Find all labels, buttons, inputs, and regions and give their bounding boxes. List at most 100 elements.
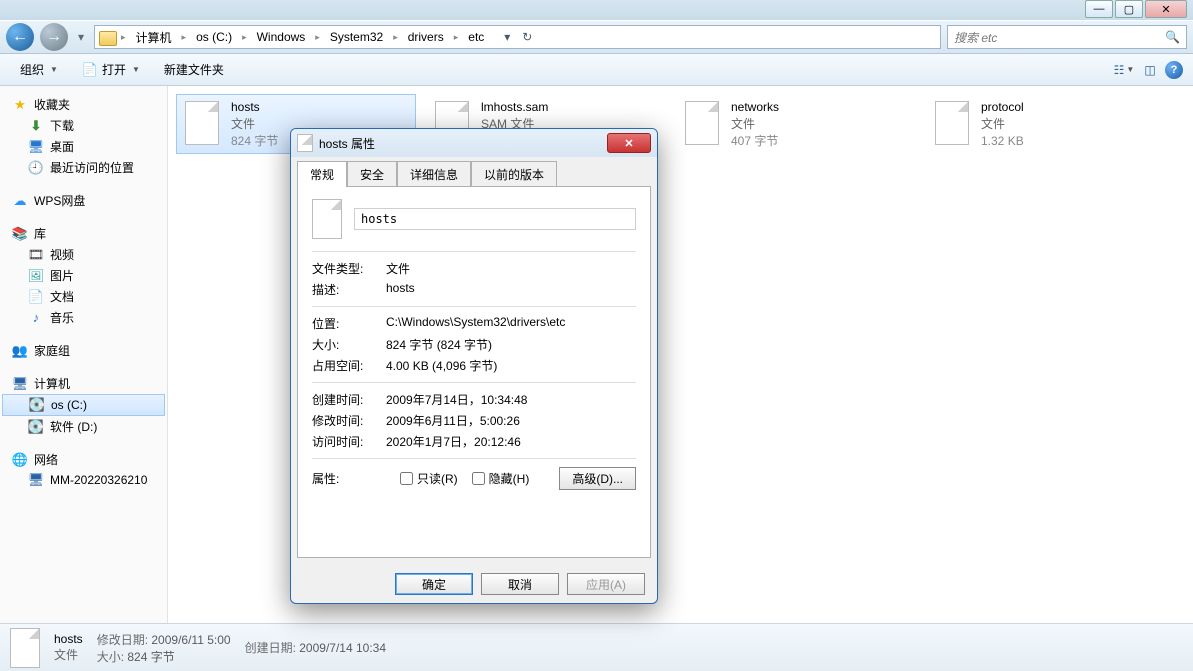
breadcrumb-computer[interactable]: 计算机 — [130, 27, 178, 48]
details-filetype: 文件 — [54, 648, 83, 664]
readonly-checkbox[interactable]: 只读(R) — [400, 470, 458, 487]
prop-size-on-disk: 4.00 KB (4,096 字节) — [386, 357, 636, 374]
file-size: 1.32 KB — [981, 133, 1024, 150]
search-icon[interactable]: 🔍 — [1165, 30, 1180, 44]
file-icon — [10, 628, 40, 668]
sidebar-item-downloads[interactable]: ⬇下载 — [0, 115, 167, 136]
desktop-icon: 🖥 — [28, 139, 44, 155]
sidebar-libraries[interactable]: 📚库 — [0, 223, 167, 244]
sidebar-item-desktop[interactable]: 🖥桌面 — [0, 136, 167, 157]
apply-button[interactable]: 应用(A) — [567, 573, 645, 595]
sidebar-item-soft-drive[interactable]: 💽软件 (D:) — [0, 416, 167, 437]
sidebar-favorites[interactable]: ★收藏夹 — [0, 94, 167, 115]
help-icon[interactable]: ? — [1165, 61, 1183, 79]
refresh-icon[interactable]: ↻ — [518, 28, 536, 46]
preview-pane-button[interactable]: ◫ — [1139, 59, 1161, 81]
file-icon — [935, 101, 969, 145]
minimize-button[interactable]: — — [1085, 0, 1113, 18]
sidebar-homegroup[interactable]: 👥家庭组 — [0, 340, 167, 361]
address-bar[interactable]: ▸ 计算机▸ os (C:)▸ Windows▸ System32▸ drive… — [94, 25, 941, 49]
chevron-right-icon[interactable]: ▸ — [454, 32, 459, 43]
details-created: 2009/7/14 10:34 — [299, 641, 386, 655]
file-name: hosts — [231, 99, 278, 116]
computer-icon: 🖥 — [12, 376, 28, 392]
chevron-right-icon[interactable]: ▸ — [242, 32, 247, 43]
details-pane: hosts 文件 修改日期: 2009/6/11 5:00 大小: 824 字节… — [0, 623, 1193, 671]
tab-general[interactable]: 常规 — [297, 161, 347, 187]
drive-icon: 💽 — [29, 397, 45, 413]
sidebar-item-music[interactable]: ♪音乐 — [0, 307, 167, 328]
file-name: protocol — [981, 99, 1024, 116]
prop-filetype: 文件 — [386, 260, 636, 277]
chevron-right-icon[interactable]: ▸ — [121, 32, 126, 43]
sidebar-item-machine[interactable]: 🖥MM-20220326210 — [0, 470, 167, 490]
download-icon: ⬇ — [28, 118, 44, 134]
forward-button[interactable]: → — [40, 23, 68, 51]
address-dropdown-icon[interactable]: ▾ — [498, 28, 516, 46]
document-icon: 📄 — [28, 289, 44, 305]
homegroup-icon: 👥 — [12, 343, 28, 359]
dialog-close-button[interactable]: ✕ — [607, 133, 651, 153]
organize-button[interactable]: 组织▼ — [10, 57, 68, 82]
star-icon: ★ — [12, 97, 28, 113]
maximize-button[interactable]: ▢ — [1115, 0, 1143, 18]
prop-size: 824 字节 (824 字节) — [386, 336, 636, 353]
prop-created: 2009年7月14日，10:34:48 — [386, 391, 636, 408]
file-item[interactable]: networks文件407 字节 — [676, 94, 916, 154]
file-size: 407 字节 — [731, 133, 779, 150]
prop-location: C:\Windows\System32\drivers\etc — [386, 315, 636, 332]
navigation-pane: ★收藏夹 ⬇下载 🖥桌面 🕘最近访问的位置 ☁WPS网盘 📚库 🎞视频 🖼图片 … — [0, 86, 168, 623]
breadcrumb-windows[interactable]: Windows — [251, 28, 312, 46]
search-input[interactable]: 搜索 etc 🔍 — [947, 25, 1187, 49]
navigation-bar: ← → ▾ ▸ 计算机▸ os (C:)▸ Windows▸ System32▸… — [0, 20, 1193, 54]
hidden-checkbox[interactable]: 隐藏(H) — [472, 470, 530, 487]
back-button[interactable]: ← — [6, 23, 34, 51]
music-icon: ♪ — [28, 310, 44, 326]
sidebar-item-recent[interactable]: 🕘最近访问的位置 — [0, 157, 167, 178]
sidebar-network[interactable]: 🌐网络 — [0, 449, 167, 470]
history-dropdown[interactable]: ▾ — [74, 26, 88, 48]
dialog-tabs: 常规 安全 详细信息 以前的版本 — [291, 157, 657, 187]
dialog-title: hosts 属性 — [319, 135, 375, 152]
file-item[interactable]: protocol文件1.32 KB — [926, 94, 1166, 154]
tab-details[interactable]: 详细信息 — [397, 161, 471, 187]
cancel-button[interactable]: 取消 — [481, 573, 559, 595]
file-icon — [312, 199, 342, 239]
breadcrumb-etc[interactable]: etc — [462, 28, 490, 46]
sidebar-item-picture[interactable]: 🖼图片 — [0, 265, 167, 286]
window-titlebar: — ▢ ✕ — [0, 0, 1193, 20]
chevron-right-icon[interactable]: ▸ — [315, 32, 320, 43]
view-options-button[interactable]: ☷▼ — [1113, 59, 1135, 81]
properties-dialog: hosts 属性 ✕ 常规 安全 详细信息 以前的版本 hosts 文件类型:文… — [290, 128, 658, 604]
tab-security[interactable]: 安全 — [347, 161, 397, 187]
sidebar-item-document[interactable]: 📄文档 — [0, 286, 167, 307]
file-icon — [685, 101, 719, 145]
sidebar-wps[interactable]: ☁WPS网盘 — [0, 190, 167, 211]
new-folder-button[interactable]: 新建文件夹 — [154, 57, 234, 82]
sidebar-item-video[interactable]: 🎞视频 — [0, 244, 167, 265]
details-size: 824 字节 — [127, 650, 174, 664]
cloud-icon: ☁ — [12, 193, 28, 209]
tab-panel-general: hosts 文件类型:文件 描述:hosts 位置:C:\Windows\Sys… — [297, 186, 651, 558]
picture-icon: 🖼 — [28, 268, 44, 284]
chevron-right-icon[interactable]: ▸ — [393, 32, 398, 43]
dialog-titlebar[interactable]: hosts 属性 ✕ — [291, 129, 657, 157]
chevron-right-icon[interactable]: ▸ — [182, 32, 187, 43]
command-bar: 组织▼ 📄打开▼ 新建文件夹 ☷▼ ◫ ? — [0, 54, 1193, 86]
file-name: lmhosts.sam — [481, 99, 548, 116]
open-button[interactable]: 📄打开▼ — [72, 57, 150, 82]
file-icon — [297, 134, 313, 152]
file-size: 824 字节 — [231, 133, 278, 150]
filename-input[interactable]: hosts — [354, 208, 636, 230]
window-close-button[interactable]: ✕ — [1145, 0, 1187, 18]
sidebar-computer[interactable]: 🖥计算机 — [0, 373, 167, 394]
ok-button[interactable]: 确定 — [395, 573, 473, 595]
breadcrumb-os[interactable]: os (C:) — [190, 28, 238, 46]
prop-description: hosts — [386, 281, 636, 298]
breadcrumb-system32[interactable]: System32 — [324, 28, 389, 46]
breadcrumb-drivers[interactable]: drivers — [402, 28, 450, 46]
tab-previous-versions[interactable]: 以前的版本 — [471, 161, 557, 187]
sidebar-item-os-drive[interactable]: 💽os (C:) — [2, 394, 165, 416]
drive-icon: 💽 — [28, 419, 44, 435]
advanced-button[interactable]: 高级(D)... — [559, 467, 636, 490]
